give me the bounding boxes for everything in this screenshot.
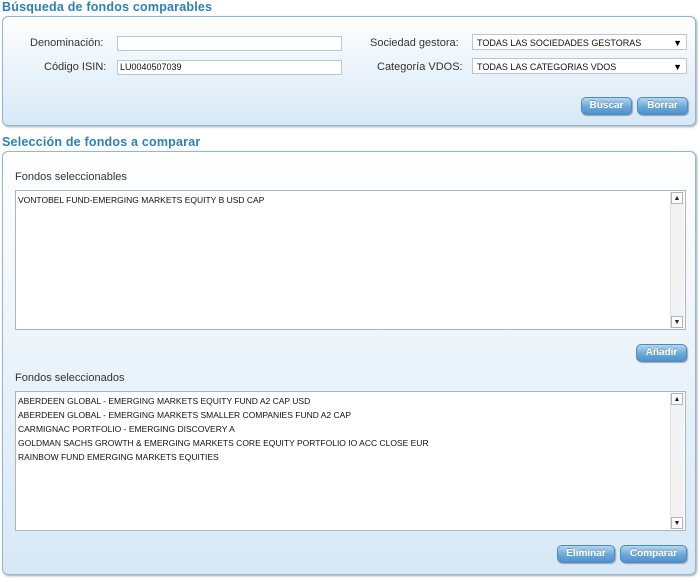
list-item[interactable]: CARMIGNAC PORTFOLIO - EMERGING DISCOVERY… bbox=[18, 422, 669, 436]
eliminar-button[interactable]: Eliminar bbox=[557, 545, 615, 563]
categoria-select[interactable]: TODAS LAS CATEGORIAS VDOS ▼ bbox=[472, 58, 687, 74]
denominacion-label: Denominación: bbox=[30, 37, 104, 49]
seleccionables-label: Fondos seleccionables bbox=[15, 171, 127, 183]
sociedad-select-value: TODAS LAS SOCIEDADES GESTORAS bbox=[477, 38, 642, 48]
list-item[interactable]: GOLDMAN SACHS GROWTH & EMERGING MARKETS … bbox=[18, 436, 669, 450]
borrar-button[interactable]: Borrar bbox=[637, 97, 688, 115]
denominacion-input[interactable] bbox=[117, 36, 342, 51]
comparar-button[interactable]: Comparar bbox=[620, 545, 687, 563]
buscar-button[interactable]: Buscar bbox=[581, 97, 632, 115]
chevron-down-icon: ▼ bbox=[673, 38, 682, 48]
list-item[interactable]: ABERDEEN GLOBAL - EMERGING MARKETS SMALL… bbox=[18, 408, 669, 422]
selection-panel: Fondos seleccionables VONTOBEL FUND-EMER… bbox=[2, 151, 696, 575]
scroll-up-icon[interactable]: ▲ bbox=[671, 192, 683, 204]
sociedad-select[interactable]: TODAS LAS SOCIEDADES GESTORAS ▼ bbox=[472, 34, 687, 50]
scroll-up-icon[interactable]: ▲ bbox=[671, 393, 683, 405]
isin-label: Código ISIN: bbox=[44, 61, 107, 73]
anadir-button[interactable]: Añadir bbox=[636, 344, 687, 362]
list-item[interactable]: ABERDEEN GLOBAL - EMERGING MARKETS EQUIT… bbox=[18, 394, 669, 408]
selection-section-title: Selección de fondos a comparar bbox=[2, 135, 201, 149]
list-item[interactable]: RAINBOW FUND EMERGING MARKETS EQUITIES bbox=[18, 450, 669, 464]
search-section-title: Búsqueda de fondos comparables bbox=[2, 0, 213, 14]
categoria-label: Categoría VDOS: bbox=[377, 61, 463, 73]
scrollbar[interactable]: ▲ ▼ bbox=[670, 192, 684, 328]
scrollbar[interactable]: ▲ ▼ bbox=[670, 393, 684, 529]
sociedad-label: Sociedad gestora: bbox=[370, 37, 459, 49]
isin-input[interactable] bbox=[117, 60, 342, 75]
seleccionados-listbox[interactable]: ABERDEEN GLOBAL - EMERGING MARKETS EQUIT… bbox=[15, 391, 686, 531]
chevron-down-icon: ▼ bbox=[673, 62, 682, 72]
search-panel: Denominación: Código ISIN: Sociedad gest… bbox=[2, 16, 696, 126]
seleccionables-listbox[interactable]: VONTOBEL FUND-EMERGING MARKETS EQUITY B … bbox=[15, 190, 686, 330]
list-item[interactable]: VONTOBEL FUND-EMERGING MARKETS EQUITY B … bbox=[18, 193, 669, 207]
scroll-down-icon[interactable]: ▼ bbox=[671, 517, 683, 529]
seleccionados-label: Fondos seleccionados bbox=[15, 372, 125, 384]
scroll-down-icon[interactable]: ▼ bbox=[671, 316, 683, 328]
categoria-select-value: TODAS LAS CATEGORIAS VDOS bbox=[477, 62, 617, 72]
